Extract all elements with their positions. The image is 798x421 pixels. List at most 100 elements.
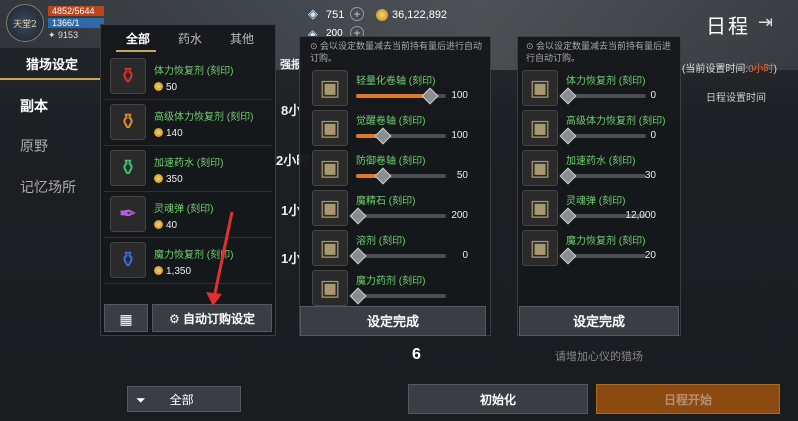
gold-coin-icon <box>154 82 163 91</box>
current-set-value: 0小时 <box>748 64 774 75</box>
item-name: 体力恢复剂 (刻印) <box>154 66 234 77</box>
auto-order-note-text: 会以设定数量减去当前持有量后进行自动订购。 <box>526 41 672 63</box>
item-name: 加速药水 (刻印) <box>566 156 636 167</box>
game-logo: 天堂2 <box>6 4 44 42</box>
item-icon: ▣ <box>522 150 558 186</box>
gold-coin-icon <box>154 220 163 229</box>
item-name: 觉醒卷轴 (刻印) <box>356 116 426 127</box>
player-gold: ✦ 9153 <box>48 30 78 41</box>
item-name: 魔力药剂 (刻印) <box>356 276 426 287</box>
orange-potion-icon: ⚱ <box>110 104 146 140</box>
auto-order-note: ⊙ 会以设定数量减去当前持有量后进行自动订购。 <box>310 40 486 64</box>
quantity-value: 30 <box>644 170 656 181</box>
quantity-value: 100 <box>451 130 468 141</box>
nav-item-field[interactable]: 原野 <box>20 136 48 156</box>
item-name: 魔精石 (刻印) <box>356 196 416 207</box>
add-diamond-button[interactable]: + <box>350 7 364 21</box>
item-price: 40 <box>154 220 177 231</box>
tab-hunting-ground[interactable]: 猎场设定 <box>0 50 104 80</box>
item-name: 高级体力恢复剂 (刻印) <box>566 116 666 127</box>
green-potion-icon: ⚱ <box>110 150 146 186</box>
item-price: 350 <box>154 174 183 185</box>
filter-label: 全部 <box>169 393 194 407</box>
quantity-value: 50 <box>456 170 468 181</box>
quantity-slider[interactable] <box>356 294 446 298</box>
page-title: 日程 <box>706 16 750 38</box>
item-name: 溶剂 (刻印) <box>356 236 406 247</box>
item-name: 轻量化卷轴 (刻印) <box>356 76 436 87</box>
blue-potion-icon: ⚱ <box>110 242 146 278</box>
item-name: 魔力恢复剂 (刻印) <box>566 236 646 247</box>
item-price: 50 <box>154 82 177 93</box>
settings-done-button[interactable]: 设定完成 <box>519 306 679 336</box>
gear-icon: ⚙ <box>168 312 184 326</box>
quantity-value: 0 <box>650 90 656 101</box>
item-icon: ▣ <box>522 230 558 266</box>
hunting-ground-count: 6 <box>412 346 421 363</box>
item-name: 灵魂弹 (刻印) <box>154 204 214 215</box>
grid-icon: ▦ <box>119 311 133 327</box>
quantity-slider-fill <box>356 94 428 98</box>
item-icon: ▣ <box>522 70 558 106</box>
player-gold-value: 9153 <box>58 30 79 40</box>
diamond-value: 751 <box>326 9 345 21</box>
diamond-icon: ◈ <box>308 6 318 21</box>
item-icon: ▣ <box>312 230 348 266</box>
gold-icon <box>376 9 388 21</box>
current-set-prefix: (当前设置时间: <box>682 64 749 75</box>
auto-order-note: ⊙ 会以设定数量减去当前持有量后进行自动订购。 <box>526 40 676 64</box>
item-icon: ▣ <box>522 190 558 226</box>
nav-item-memory-place[interactable]: 记忆场所 <box>20 177 76 197</box>
auto-purchase-label: 自动订购设定 <box>183 312 256 326</box>
item-name: 魔力恢复剂 (刻印) <box>154 250 234 261</box>
item-price-value: 350 <box>166 174 183 185</box>
red-potion-icon: ⚱ <box>110 58 146 94</box>
filter-dropdown[interactable]: ⏷ 全部 <box>127 386 241 412</box>
quantity-value: 20 <box>644 250 656 261</box>
nav-item-dungeon[interactable]: 副本 <box>20 96 48 116</box>
start-schedule-button[interactable]: 日程开始 <box>596 384 780 414</box>
item-price-value: 1,350 <box>166 266 192 277</box>
quantity-value: 0 <box>462 250 468 261</box>
item-price: 140 <box>154 128 183 139</box>
tab-potion[interactable]: 药水 <box>178 30 202 47</box>
hp-bar: 4852/5644 <box>48 6 104 16</box>
grid-view-button[interactable]: ▦ <box>104 304 148 332</box>
item-icon: ▣ <box>312 190 348 226</box>
schedule-setting-time: 日程设置时间 <box>706 93 766 104</box>
item-name: 加速药水 (刻印) <box>154 158 224 169</box>
filter-icon: ⏷ <box>136 393 146 407</box>
reset-button[interactable]: 初始化 <box>408 384 588 414</box>
gold-coin-icon <box>154 266 163 275</box>
tab-other[interactable]: 其他 <box>230 30 254 47</box>
item-price-value: 40 <box>166 220 178 231</box>
settings-done-button[interactable]: 设定完成 <box>300 306 486 336</box>
gold-small-icon: ✦ <box>48 30 59 40</box>
item-icon: ▣ <box>312 150 348 186</box>
item-price-value: 140 <box>166 128 183 139</box>
item-icon: ▣ <box>312 270 348 306</box>
item-name: 体力恢复剂 (刻印) <box>566 76 646 87</box>
gold-coin-icon <box>154 174 163 183</box>
exit-icon[interactable]: ⇥ <box>758 12 773 33</box>
info-icon: ⊙ <box>526 41 537 51</box>
tab-active-underline <box>116 50 156 52</box>
item-icon: ▣ <box>522 110 558 146</box>
item-price: 1,350 <box>154 266 191 277</box>
item-name: 高级体力恢复剂 (刻印) <box>154 112 254 123</box>
mp-bar: 1366/1 <box>48 18 104 28</box>
soulshot-icon: ✒ <box>110 196 146 232</box>
info-icon: ⊙ <box>310 41 321 51</box>
quantity-value: 12,000 <box>625 210 656 221</box>
add-hunting-ground-hint: 请增加心仪的猎场 <box>555 351 643 363</box>
item-icon: ▣ <box>312 110 348 146</box>
item-name: 灵魂弹 (刻印) <box>566 196 626 207</box>
gold-coin-icon <box>154 128 163 137</box>
current-set-suffix: ) <box>773 64 778 75</box>
item-name: 防御卷轴 (刻印) <box>356 156 426 167</box>
quantity-value: 0 <box>650 130 656 141</box>
gold-value: 36,122,892 <box>392 9 448 21</box>
auto-purchase-settings-button[interactable]: ⚙ 自动订购设定 <box>152 304 272 332</box>
tab-all[interactable]: 全部 <box>126 30 150 47</box>
quantity-value: 200 <box>451 210 468 221</box>
